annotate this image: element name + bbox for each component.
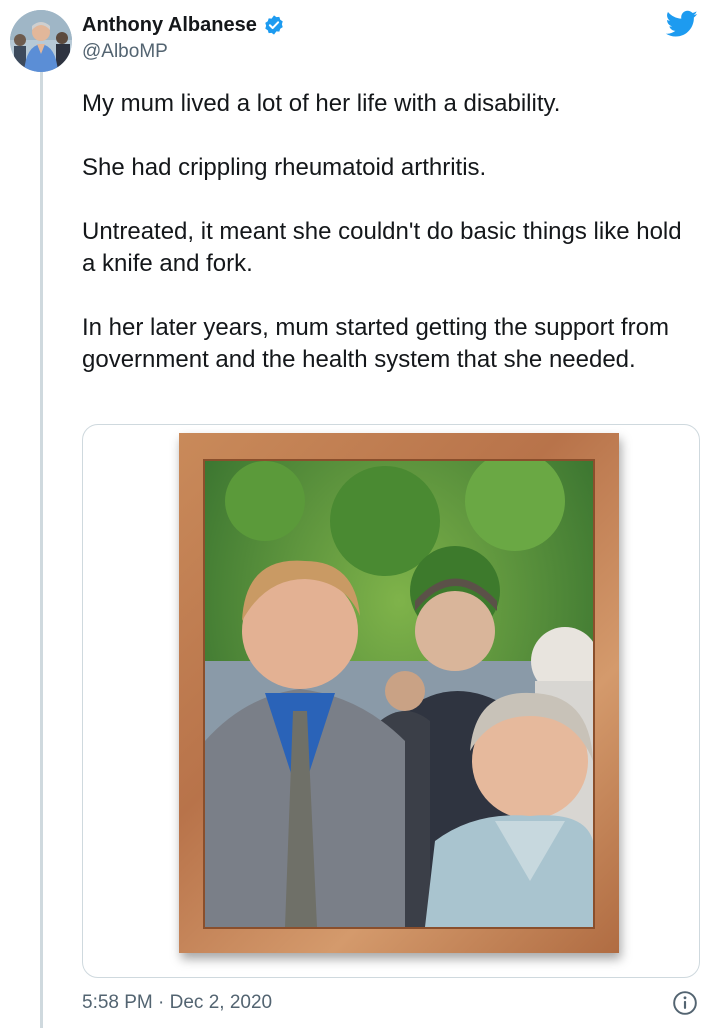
twitter-bird-icon[interactable]: [666, 10, 698, 38]
tweet-paragraph: She had crippling rheumatoid arthritis.: [82, 154, 487, 181]
framed-photo: [179, 433, 619, 953]
photo-image: [203, 459, 595, 929]
media-card[interactable]: [82, 424, 700, 978]
thread-line: [40, 70, 43, 1028]
author-block: Anthony Albanese @AlboMP: [82, 14, 285, 61]
tweet-paragraph: My mum lived a lot of her life with a di…: [82, 90, 561, 117]
author-name[interactable]: Anthony Albanese: [82, 15, 257, 35]
tweet-paragraph: Untreated, it meant she couldn't do basi…: [82, 218, 682, 277]
tweet-paragraph: In her later years, mum started getting …: [82, 314, 669, 373]
info-icon[interactable]: [672, 990, 698, 1016]
verified-badge-icon: [263, 14, 285, 36]
author-handle[interactable]: @AlboMP: [82, 42, 285, 61]
tweet-timestamp[interactable]: 5:58 PM · Dec 2, 2020: [82, 992, 272, 1014]
avatar[interactable]: [10, 10, 72, 72]
author-name-row: Anthony Albanese: [82, 14, 285, 36]
tweet-text: My mum lived a lot of her life with a di…: [82, 88, 692, 376]
